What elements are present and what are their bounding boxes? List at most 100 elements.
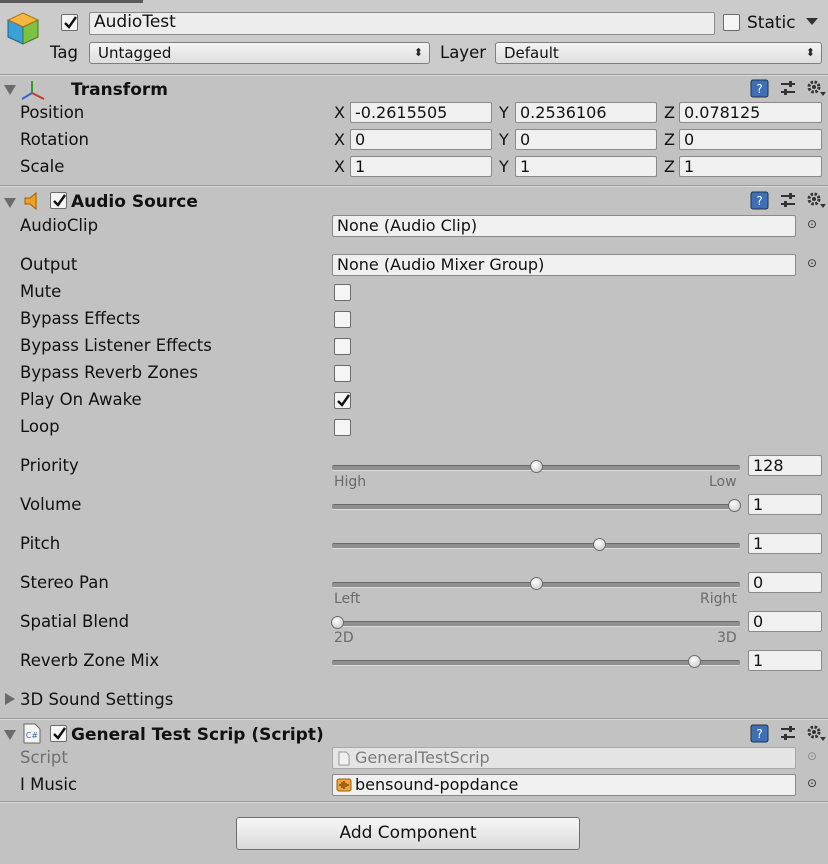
gear-icon[interactable] (805, 723, 827, 743)
scale-y-input[interactable]: 1 (515, 156, 657, 177)
script-component-title: General Test Scrip (Script) (71, 725, 324, 745)
rotation-x-input[interactable]: 0 (350, 129, 492, 150)
checkmark-icon (53, 194, 66, 207)
volume-slider-thumb[interactable] (728, 499, 741, 512)
priority-min-label: High (334, 474, 367, 490)
stereo-pan-input[interactable]: 0 (748, 572, 822, 593)
pitch-slider-thumb[interactable] (593, 538, 607, 551)
static-dropdown-arrow-icon[interactable] (806, 18, 818, 26)
bypass-listener-effects-label: Bypass Listener Effects (20, 336, 212, 355)
foldout-collapsed-icon[interactable] (4, 693, 16, 705)
spatial-blend-input[interactable]: 0 (748, 611, 822, 632)
audioclip-field[interactable]: None (Audio Clip) (332, 215, 796, 237)
output-field[interactable]: None (Audio Mixer Group) (332, 254, 796, 276)
pitch-label: Pitch (20, 534, 61, 553)
bypass-effects-label: Bypass Effects (20, 309, 141, 328)
svg-text:?: ? (756, 194, 762, 208)
add-component-label: Add Component (339, 823, 477, 843)
priority-slider-thumb[interactable] (529, 460, 543, 473)
tag-dropdown[interactable]: Untagged ⬍ (89, 42, 430, 64)
rotation-y-input[interactable]: 0 (515, 129, 657, 150)
transform-title: Transform (71, 80, 168, 100)
active-checkbox[interactable] (61, 14, 78, 31)
bypass-reverb-zones-checkbox[interactable] (334, 365, 351, 382)
audio-source-enabled-checkbox[interactable] (50, 192, 67, 209)
foldout-expanded-icon[interactable] (4, 84, 16, 96)
priority-input[interactable]: 128 (748, 455, 822, 476)
reverb-zone-mix-slider-thumb[interactable] (688, 655, 702, 668)
scale-x-input[interactable]: 1 (350, 156, 492, 177)
preset-sliders-icon[interactable] (779, 724, 797, 743)
script-field: GeneralTestScrip (332, 747, 796, 769)
stereo-pan-min-label: Left (334, 591, 361, 607)
position-label: Position (20, 103, 85, 122)
bypass-reverb-zones-label: Bypass Reverb Zones (20, 363, 199, 382)
bypass-effects-checkbox[interactable] (334, 311, 351, 328)
layer-dropdown[interactable]: Default ⬍ (495, 42, 822, 64)
script-enabled-checkbox[interactable] (50, 725, 67, 742)
position-y-input[interactable]: 0.2536106 (515, 102, 657, 123)
script-file-icon (338, 751, 350, 766)
music-field[interactable]: bensound-popdance (332, 774, 796, 796)
axis-x-label[interactable]: X (334, 130, 345, 150)
help-book-icon[interactable]: ? (750, 191, 769, 210)
bypass-listener-effects-checkbox[interactable] (334, 338, 351, 355)
axis-z-label[interactable]: Z (664, 157, 675, 177)
gear-icon[interactable] (805, 78, 827, 98)
layer-value: Default (504, 44, 559, 62)
transform-axes-icon (21, 81, 45, 100)
pitch-slider-track[interactable] (332, 543, 740, 549)
scale-label: Scale (20, 157, 65, 176)
gameobject-cube-icon (6, 12, 40, 45)
music-label: I Music (20, 775, 78, 794)
axis-y-label[interactable]: Y (499, 130, 509, 150)
audio-clip-icon (336, 778, 352, 792)
loop-checkbox[interactable] (334, 419, 351, 436)
position-x-input[interactable]: -0.2615505 (350, 102, 492, 123)
play-on-awake-checkbox[interactable] (334, 392, 351, 409)
updown-arrow-icon: ⬍ (413, 46, 423, 59)
spatial-blend-label: Spatial Blend (20, 612, 130, 631)
preset-sliders-icon[interactable] (779, 79, 797, 98)
scale-z-input[interactable]: 1 (679, 156, 822, 177)
reverb-zone-mix-input[interactable]: 1 (748, 650, 822, 671)
axis-x-label[interactable]: X (334, 157, 345, 177)
play-on-awake-label: Play On Awake (20, 390, 142, 409)
3d-sound-settings-foldout[interactable]: 3D Sound Settings (20, 690, 173, 710)
axis-y-label[interactable]: Y (499, 157, 509, 177)
foldout-expanded-icon[interactable] (4, 197, 16, 209)
axis-z-label[interactable]: Z (664, 130, 675, 150)
pitch-input[interactable]: 1 (748, 533, 822, 554)
speaker-icon (24, 191, 37, 211)
volume-label: Volume (20, 495, 82, 514)
checkmark-icon (337, 394, 350, 407)
reverb-zone-mix-label: Reverb Zone Mix (20, 651, 160, 670)
rotation-z-input[interactable]: 0 (679, 129, 822, 150)
object-picker-icon: ⊙ (807, 749, 818, 763)
volume-input[interactable]: 1 (748, 494, 822, 515)
static-checkbox[interactable] (723, 14, 740, 31)
axis-z-label[interactable]: Z (664, 103, 675, 123)
foldout-expanded-icon[interactable] (4, 729, 16, 741)
object-picker-icon[interactable]: ⊙ (807, 776, 817, 790)
object-name-input[interactable]: AudioTest (89, 12, 715, 35)
gear-icon[interactable] (805, 190, 827, 210)
stereo-pan-slider-thumb[interactable] (529, 577, 543, 590)
object-picker-icon[interactable]: ⊙ (807, 256, 817, 270)
help-book-icon[interactable]: ? (750, 79, 769, 98)
mute-checkbox[interactable] (334, 284, 351, 301)
help-book-icon[interactable]: ? (750, 724, 769, 743)
reverb-zone-mix-slider-track[interactable] (332, 660, 740, 666)
preset-sliders-icon[interactable] (779, 191, 797, 210)
volume-slider-track[interactable] (332, 504, 740, 510)
add-component-button[interactable]: Add Component (236, 817, 580, 850)
position-z-input[interactable]: 0.078125 (679, 102, 822, 123)
axis-y-label[interactable]: Y (499, 103, 509, 123)
output-label: Output (20, 255, 78, 274)
spatial-blend-slider-thumb[interactable] (331, 616, 344, 629)
csharp-script-icon: C# (23, 723, 41, 744)
spatial-blend-slider-track[interactable] (332, 621, 740, 627)
stereo-pan-max-label: Right (700, 591, 737, 607)
object-picker-icon[interactable]: ⊙ (807, 217, 817, 231)
axis-x-label[interactable]: X (334, 103, 345, 123)
